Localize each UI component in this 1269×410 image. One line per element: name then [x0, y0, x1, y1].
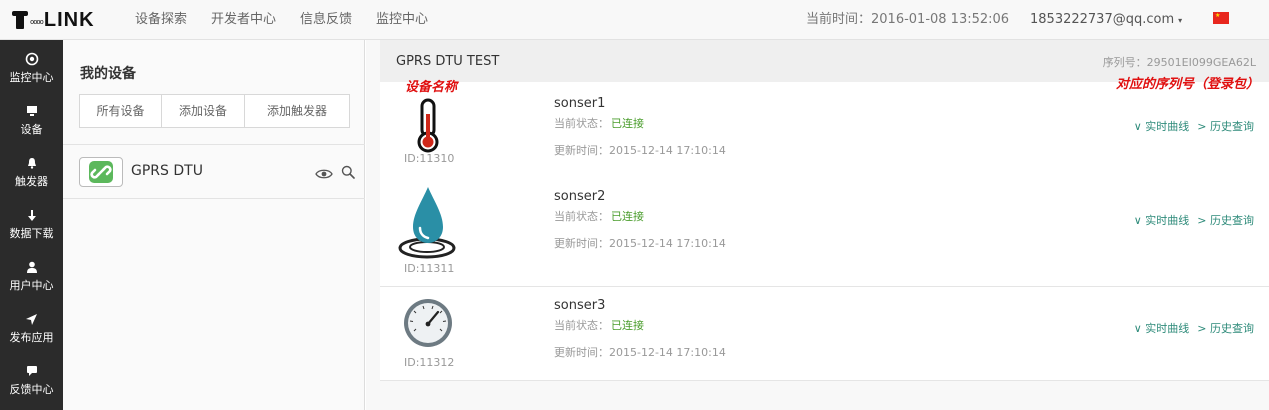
sensor-name: sonser1: [554, 96, 606, 111]
main-content: GPRS DTU TEST 序列号：29501EI099GEA62L ID:11…: [366, 40, 1269, 410]
brand-logo[interactable]: oooo LINK: [10, 8, 95, 32]
comment-icon: [0, 362, 63, 380]
history-query-link[interactable]: > 历史查询: [1197, 322, 1254, 335]
sensor-updated-time: 更新时间：2015-12-14 17:10:14: [554, 346, 726, 359]
sensor-links: ∨ 实时曲线 > 历史查询: [1126, 118, 1254, 134]
download-icon: [0, 206, 63, 224]
current-time: 当前时间：2016-01-08 13:52:06: [806, 12, 1010, 27]
link-icon: [79, 157, 123, 187]
sensor-id: ID:11310: [404, 152, 455, 165]
sidebar-item-label: 设备: [20, 123, 43, 136]
sidebar-item-monitor[interactable]: 监控中心: [0, 40, 63, 92]
sidebar-item-devices[interactable]: 设备: [0, 92, 63, 144]
account-menu[interactable]: 1853222737@qq.com ▾: [1030, 0, 1182, 41]
sensor-status: 当前状态： 已连接: [554, 319, 644, 332]
send-icon: [0, 310, 63, 328]
sidebar-item-label: 触发器: [15, 175, 48, 188]
eye-icon[interactable]: [315, 165, 333, 184]
add-device-button[interactable]: 添加设备: [162, 95, 245, 127]
logo-mark-icon: [10, 9, 30, 31]
account-email: 1853222737@qq.com: [1030, 12, 1175, 27]
device-title: GPRS DTU TEST: [396, 54, 500, 69]
icon-sidebar: 监控中心 设备 触发器 数据下载 用户中心 发布应用 反馈中心: [0, 40, 63, 410]
chevron-down-icon: ▾: [1178, 16, 1183, 25]
sensor-card: ID:11311 sonser2 当前状态： 已连接 更新时间：2015-12-1…: [380, 178, 1269, 287]
sensor-updated-time: 更新时间：2015-12-14 17:10:14: [554, 237, 726, 250]
logo-dots: oooo: [30, 18, 44, 26]
nav-feedback[interactable]: 信息反馈: [300, 0, 352, 40]
realtime-chart-link[interactable]: ∨ 实时曲线: [1134, 322, 1190, 335]
sidebar-item-user-center[interactable]: 用户中心: [0, 248, 63, 300]
sensor-card: ID:11312 sonser3 当前状态： 已连接 更新时间：2015-12-1…: [380, 287, 1269, 381]
sidebar-item-feedback-center[interactable]: 反馈中心: [0, 352, 63, 404]
sensor-name: sonser3: [554, 298, 606, 313]
sidebar-item-publish-app[interactable]: 发布应用: [0, 300, 63, 352]
status-connected: 已连接: [611, 210, 644, 223]
nav-developer-center[interactable]: 开发者中心: [211, 0, 276, 40]
top-navbar: oooo LINK 设备探索 开发者中心 信息反馈 监控中心 当前时间：2016…: [0, 0, 1269, 40]
realtime-chart-link[interactable]: ∨ 实时曲线: [1134, 214, 1190, 227]
sidebar-item-label: 数据下载: [9, 227, 54, 240]
main-nav: 设备探索 开发者中心 信息反馈 监控中心: [135, 0, 452, 40]
target-icon: [0, 50, 63, 68]
sidebar-item-label: 监控中心: [9, 71, 54, 84]
annotation-serial-number: 对应的序列号（登录包）: [1115, 77, 1259, 92]
logo-text: LINK: [43, 8, 95, 31]
add-trigger-button[interactable]: 添加触发器: [245, 95, 349, 127]
device-list-item[interactable]: GPRS DTU: [63, 145, 365, 199]
search-icon[interactable]: [341, 164, 355, 183]
sensor-status: 当前状态： 已连接: [554, 117, 644, 130]
sidebar-item-data-download[interactable]: 数据下载: [0, 196, 63, 248]
sensor-status: 当前状态： 已连接: [554, 210, 644, 223]
bell-icon: [0, 154, 63, 172]
water-drop-icon: [396, 184, 460, 260]
nav-device-explore[interactable]: 设备探索: [135, 0, 187, 40]
history-query-link[interactable]: > 历史查询: [1197, 214, 1254, 227]
pressure-gauge-icon: [396, 297, 460, 349]
panel-title: 我的设备: [80, 66, 136, 82]
sensor-links: ∨ 实时曲线 > 历史查询: [1126, 320, 1254, 336]
sidebar-item-triggers[interactable]: 触发器: [0, 144, 63, 196]
china-flag-icon[interactable]: ★: [1213, 12, 1229, 24]
sensor-name: sonser2: [554, 189, 606, 204]
sensor-updated-time: 更新时间：2015-12-14 17:10:14: [554, 144, 726, 157]
nav-monitor-center[interactable]: 监控中心: [376, 0, 428, 40]
realtime-chart-link[interactable]: ∨ 实时曲线: [1134, 120, 1190, 133]
status-connected: 已连接: [611, 117, 644, 130]
sensor-links: ∨ 实时曲线 > 历史查询: [1126, 212, 1254, 228]
device-actions: 所有设备 添加设备 添加触发器: [79, 94, 350, 128]
device-panel: 我的设备 所有设备 添加设备 添加触发器 GPRS DTU: [63, 40, 365, 410]
sidebar-item-label: 用户中心: [9, 279, 54, 292]
serial-number: 序列号：29501EI099GEA62L: [1102, 56, 1256, 69]
annotation-device-name: 设备名称: [405, 80, 458, 95]
thermometer-icon: [396, 90, 460, 158]
sensor-card: ID:11310 sonser1 当前状态： 已连接 更新时间：2015-12-1…: [380, 82, 1269, 191]
user-icon: [0, 258, 63, 276]
all-devices-button[interactable]: 所有设备: [80, 95, 162, 127]
history-query-link[interactable]: > 历史查询: [1197, 120, 1254, 133]
sensor-id: ID:11311: [404, 262, 455, 275]
sensor-id: ID:11312: [404, 356, 455, 369]
monitor-icon: [0, 102, 63, 120]
status-connected: 已连接: [611, 319, 644, 332]
sidebar-item-label: 反馈中心: [9, 383, 54, 396]
sidebar-item-label: 发布应用: [9, 331, 54, 344]
device-name: GPRS DTU: [131, 163, 203, 179]
